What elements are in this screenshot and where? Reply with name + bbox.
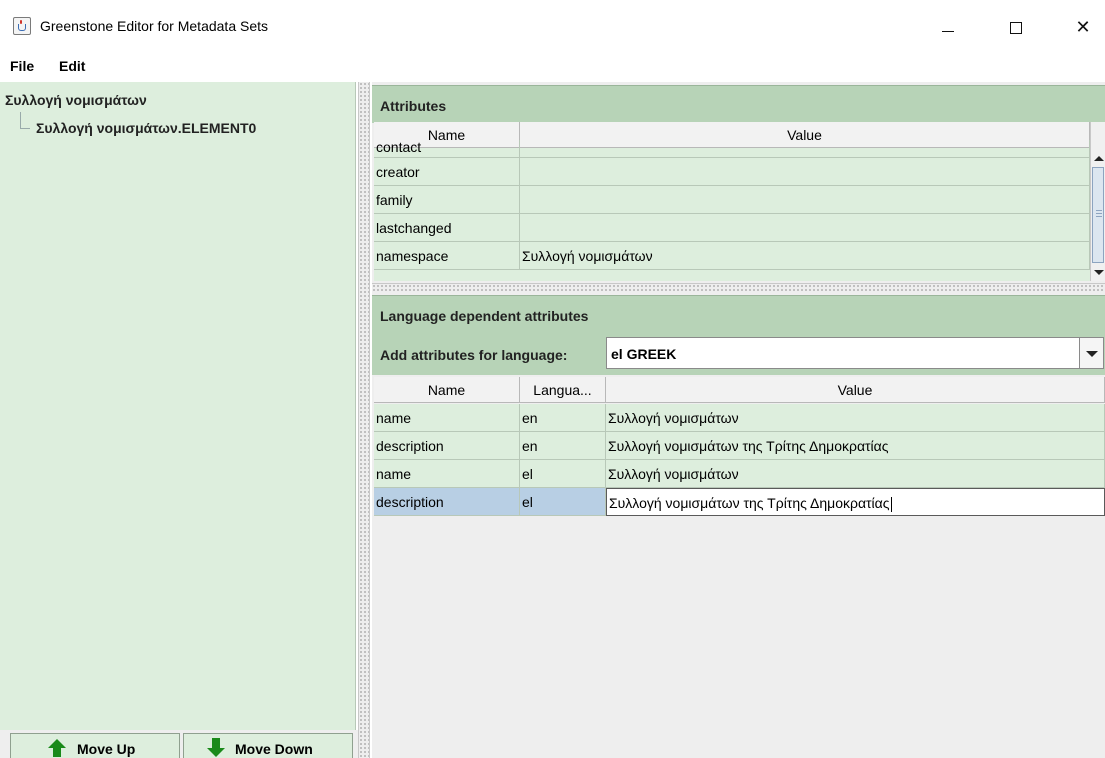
scroll-up-icon[interactable] [1094, 156, 1104, 161]
language-selector-row: Add attributes for language: el GREEK [372, 333, 1105, 375]
language-dropdown-value: el GREEK [611, 346, 677, 362]
element-tree-panel: Συλλογή νομισμάτων Συλλογή νομισμάτων.EL… [0, 82, 356, 730]
tree-element-node[interactable]: Συλλογή νομισμάτων.ELEMENT0 [36, 120, 256, 136]
move-up-button[interactable]: Move Up [10, 733, 180, 758]
java-app-icon [13, 17, 31, 35]
attr-name-cell[interactable]: lastchanged [374, 214, 520, 242]
language-dropdown[interactable]: el GREEK [606, 337, 1104, 369]
attr-value-cell[interactable] [520, 186, 1090, 214]
scrollbar-thumb[interactable] [1092, 167, 1104, 263]
lang-attr-value-cell[interactable]: Συλλογή νομισμάτων της Τρίτης Δημοκρατία… [606, 432, 1105, 460]
attributes-scrollbar[interactable] [1090, 122, 1105, 281]
add-language-label: Add attributes for language: [380, 347, 568, 363]
attributes-header: Attributes [372, 85, 1105, 123]
scroll-down-icon[interactable] [1094, 270, 1104, 275]
menu-file[interactable]: File [10, 58, 34, 74]
tree-button-bar: Move Up Move Down [0, 730, 360, 758]
dropdown-button[interactable] [1079, 338, 1103, 368]
lang-attr-name-cell[interactable]: description [374, 432, 520, 460]
text-caret [890, 496, 892, 512]
lang-attr-language-cell-selected[interactable]: el [520, 488, 606, 516]
move-down-button[interactable]: Move Down [183, 733, 353, 758]
tree-root-node[interactable]: Συλλογή νομισμάτων [5, 92, 147, 108]
arrow-down-icon [207, 748, 225, 757]
attr-name-cell[interactable]: family [374, 186, 520, 214]
attr-name-cell[interactable]: creator [374, 158, 520, 186]
column-header-language[interactable]: Langua... [520, 377, 606, 403]
maximize-icon [1010, 22, 1022, 34]
lang-attr-name-cell-selected[interactable]: description [374, 488, 520, 516]
attributes-table: Name Value contact creator family lastch… [374, 122, 1090, 281]
move-down-label: Move Down [235, 741, 313, 757]
language-attributes-header: Language dependent attributes [372, 295, 1105, 333]
column-header-name[interactable]: Name [374, 377, 520, 403]
tree-connector [20, 112, 21, 128]
attr-value-cell[interactable] [520, 140, 1090, 158]
close-button[interactable]: ✕ [1060, 13, 1105, 43]
maximize-button[interactable] [993, 13, 1039, 43]
dropdown-arrow-icon [1086, 351, 1098, 357]
column-header-value[interactable]: Value [606, 377, 1105, 403]
attr-value-cell[interactable] [520, 158, 1090, 186]
tree-connector [20, 128, 30, 129]
attributes-panel: Attributes Name Value contact creator fa… [372, 82, 1105, 758]
menu-bar: File Edit [0, 52, 1105, 80]
attr-name-cell[interactable]: namespace [374, 242, 520, 270]
attr-value-cell[interactable]: Συλλογή νομισμάτων [520, 242, 1090, 270]
menu-edit[interactable]: Edit [59, 58, 85, 74]
lang-attr-language-cell[interactable]: en [520, 404, 606, 432]
move-up-label: Move Up [77, 741, 136, 757]
language-attributes-title: Language dependent attributes [380, 308, 589, 324]
attr-name-cell[interactable]: contact [374, 140, 520, 158]
lang-attr-value-editor[interactable]: Συλλογή νομισμάτων της Τρίτης Δημοκρατία… [606, 488, 1105, 516]
split-pane-divider[interactable] [358, 82, 370, 758]
title-bar: Greenstone Editor for Metadata Sets ✕ [0, 0, 1105, 52]
close-icon: ✕ [1075, 17, 1091, 38]
attributes-title: Attributes [380, 98, 447, 114]
lang-attr-language-cell[interactable]: en [520, 432, 606, 460]
minimize-icon [942, 31, 954, 32]
lang-attr-language-cell[interactable]: el [520, 460, 606, 488]
lang-attr-name-cell[interactable]: name [374, 460, 520, 488]
minimize-button[interactable] [925, 13, 971, 43]
lang-attr-value-cell[interactable]: Συλλογή νομισμάτων [606, 404, 1105, 432]
language-attributes-table: Name Langua... Value name en Συλλογή νομ… [374, 377, 1105, 527]
attr-value-cell[interactable] [520, 214, 1090, 242]
window-title: Greenstone Editor for Metadata Sets [40, 18, 269, 34]
lang-attr-value-cell[interactable]: Συλλογή νομισμάτων [606, 460, 1105, 488]
lang-attr-name-cell[interactable]: name [374, 404, 520, 432]
horizontal-split-divider[interactable] [372, 283, 1105, 293]
lang-attr-value-text: Συλλογή νομισμάτων της Τρίτης Δημοκρατία… [609, 495, 890, 511]
